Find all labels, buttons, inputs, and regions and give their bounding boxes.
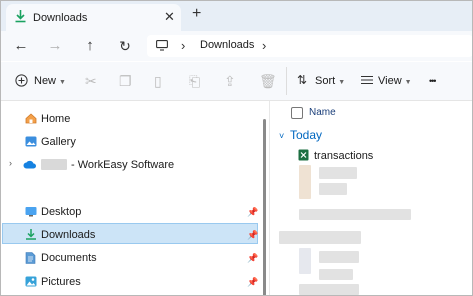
- nav-home[interactable]: Home: [41, 113, 70, 125]
- new-tab-button[interactable]: +: [192, 5, 201, 23]
- pin-icon: 📌: [247, 277, 259, 287]
- redacted-file-name: [279, 231, 361, 244]
- cut-icon[interactable]: ✂: [85, 73, 97, 90]
- expand-chevron-icon[interactable]: ›: [9, 158, 12, 168]
- nav-downloads[interactable]: Downloads: [41, 229, 95, 241]
- pin-icon: 📌: [247, 230, 259, 240]
- new-button[interactable]: New ▼: [34, 75, 66, 87]
- paste-icon[interactable]: ▯: [154, 73, 162, 90]
- view-icon: [361, 75, 373, 88]
- redacted-file-name: [319, 251, 359, 263]
- nav-onedrive[interactable]: - WorkEasy Software: [71, 159, 174, 171]
- redacted-file-name: [319, 269, 353, 280]
- column-header-name[interactable]: Name: [309, 107, 336, 118]
- delete-icon[interactable]: 🗑: [259, 73, 277, 90]
- address-bar[interactable]: › Downloads ›: [147, 35, 472, 57]
- breadcrumb-separator-icon: ›: [181, 38, 186, 53]
- pin-icon: 📌: [247, 253, 259, 263]
- sort-button[interactable]: Sort ▼: [315, 75, 345, 87]
- close-tab-icon[interactable]: ✕: [164, 9, 175, 25]
- pin-icon: 📌: [247, 207, 259, 217]
- breadcrumb-chevron-icon[interactable]: ›: [262, 38, 266, 53]
- redacted-file-name: [299, 284, 359, 295]
- pictures-icon: [25, 276, 37, 287]
- redacted-file-name: [319, 183, 347, 195]
- new-plus-icon: [15, 74, 28, 90]
- redacted-file-name: [319, 167, 357, 179]
- download-icon: [14, 9, 27, 23]
- redacted-file-icon: [299, 248, 311, 274]
- share-icon[interactable]: ⇪: [224, 73, 236, 90]
- group-header-today[interactable]: Today: [290, 128, 322, 142]
- up-button[interactable]: ↑: [78, 36, 102, 56]
- tab-downloads[interactable]: Downloads ✕: [6, 4, 181, 31]
- file-name[interactable]: transactions: [314, 150, 373, 162]
- nav-documents[interactable]: Documents: [41, 252, 97, 264]
- desktop-icon: [25, 206, 37, 217]
- nav-pictures[interactable]: Pictures: [41, 276, 81, 288]
- downloads-folder-icon: [25, 228, 37, 240]
- home-icon: [25, 113, 37, 124]
- copy-icon[interactable]: ❐: [119, 73, 132, 90]
- monitor-icon: [156, 40, 168, 54]
- nav-desktop[interactable]: Desktop: [41, 206, 81, 218]
- group-collapse-chevron-icon[interactable]: ˅: [279, 131, 284, 141]
- redacted-file-icon: [299, 165, 311, 199]
- tab-title: Downloads: [33, 12, 88, 24]
- more-options-icon[interactable]: •••: [429, 76, 437, 86]
- select-all-checkbox[interactable]: [291, 107, 303, 119]
- breadcrumb-downloads[interactable]: Downloads: [200, 39, 254, 51]
- forward-button[interactable]: →: [43, 36, 67, 56]
- nav-gallery[interactable]: Gallery: [41, 136, 76, 148]
- sort-label: Sort: [315, 75, 336, 87]
- pane-divider[interactable]: [269, 101, 270, 295]
- excel-file-icon: [298, 149, 309, 164]
- gallery-icon: [25, 136, 37, 147]
- redacted-account-name: [41, 159, 67, 170]
- toolbar-divider: [286, 67, 287, 95]
- navigation-pane: [1, 101, 259, 295]
- pane-scrollbar[interactable]: [263, 119, 266, 295]
- refresh-button[interactable]: ↻: [113, 36, 137, 56]
- documents-icon: [25, 252, 37, 264]
- view-button[interactable]: View ▼: [378, 75, 412, 87]
- onedrive-icon: [23, 160, 37, 172]
- view-label: View: [378, 75, 402, 87]
- back-button[interactable]: ←: [9, 36, 33, 56]
- sort-icon: ⇅: [297, 73, 308, 87]
- redacted-file-name: [299, 209, 411, 220]
- new-label: New: [34, 75, 57, 87]
- rename-icon[interactable]: ⎗: [189, 73, 200, 90]
- file-explorer-window: Downloads ✕ + ← → ↑ ↻ › Downloads › New ▼…: [0, 0, 473, 296]
